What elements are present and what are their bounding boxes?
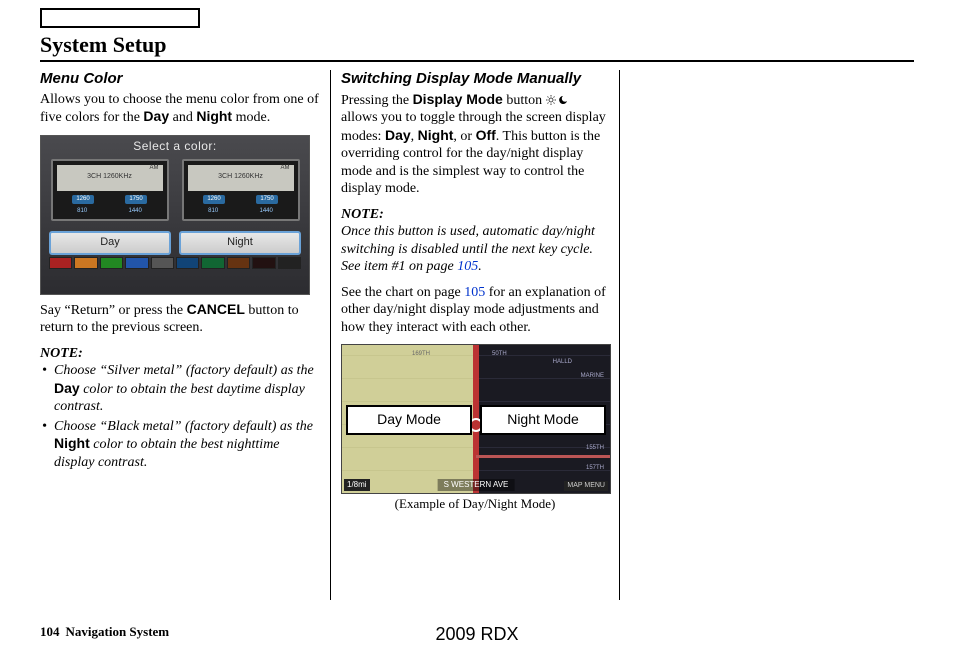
return-instruction: Say “Return” or press the CANCEL button … bbox=[40, 301, 320, 337]
swatch bbox=[252, 257, 275, 269]
text: and bbox=[169, 110, 196, 125]
text: button bbox=[503, 93, 546, 108]
street-label: 157TH bbox=[586, 465, 604, 473]
text: See the chart on page bbox=[341, 285, 464, 300]
text: color to obtain the best daytime display… bbox=[54, 382, 305, 415]
text: mode. bbox=[232, 110, 270, 125]
day-preview-screen: AM 3CH 1260KHz 12601750 8101440 6401530 bbox=[51, 159, 169, 221]
switching-paragraph: Pressing the Display Mode button allows … bbox=[341, 91, 609, 198]
menu-color-intro: Allows you to choose the menu color from… bbox=[40, 91, 320, 127]
tab-night: Night bbox=[179, 231, 301, 255]
content-columns: Menu Color Allows you to choose the menu… bbox=[40, 70, 914, 600]
section-heading-menu-color: Menu Color bbox=[40, 70, 320, 89]
swatch bbox=[227, 257, 250, 269]
day-word: Day bbox=[54, 380, 80, 396]
page-number: 104 bbox=[40, 624, 60, 640]
text: . bbox=[478, 259, 482, 274]
street-label: MARINE bbox=[581, 373, 604, 381]
day-mode-label: Day Mode bbox=[346, 405, 472, 435]
swatch bbox=[49, 257, 72, 269]
preset: 1440 bbox=[128, 208, 141, 216]
column-right bbox=[620, 70, 910, 600]
preset: 1530 bbox=[259, 220, 272, 221]
night-word: Night bbox=[54, 435, 90, 451]
preset: 1260 bbox=[203, 195, 224, 205]
page-link-105[interactable]: 105 bbox=[464, 285, 485, 300]
page-title: System Setup bbox=[40, 32, 914, 62]
note-item: Choose “Silver metal” (factory default) … bbox=[40, 362, 320, 416]
current-street: S WESTERN AVE bbox=[438, 479, 515, 491]
street-label: 155TH bbox=[586, 445, 604, 453]
swatch bbox=[278, 257, 301, 269]
figure-day-night-map: 169TH 50TH HALLD MARINE 155TH 157TH Day … bbox=[341, 344, 611, 494]
text: Choose “Black metal” (factory default) a… bbox=[54, 419, 313, 434]
page-link-105[interactable]: 105 bbox=[457, 259, 478, 274]
column-left: Menu Color Allows you to choose the menu… bbox=[40, 70, 330, 600]
preset: 1530 bbox=[128, 220, 141, 221]
note-item: Choose “Black metal” (factory default) a… bbox=[40, 418, 320, 472]
preset: 810 bbox=[77, 208, 87, 216]
column-middle: Switching Display Mode Manually Pressing… bbox=[330, 70, 620, 600]
text: Say “Return” or press the bbox=[40, 303, 187, 318]
note-body: Once this button is used, automatic day/… bbox=[341, 223, 609, 276]
top-empty-box bbox=[40, 8, 200, 28]
note-list: Choose “Silver metal” (factory default) … bbox=[40, 362, 320, 471]
footer-model: 2009 RDX bbox=[435, 624, 518, 645]
preset: 1260 bbox=[72, 195, 93, 205]
note-label: NOTE: bbox=[341, 206, 609, 224]
display-mode-word: Display Mode bbox=[413, 91, 503, 107]
preset: 640 bbox=[77, 220, 87, 221]
swatch bbox=[176, 257, 199, 269]
street-label: 169TH bbox=[412, 351, 430, 359]
swatch bbox=[201, 257, 224, 269]
preset: 1750 bbox=[256, 195, 277, 205]
text: Choose “Silver metal” (factory default) … bbox=[54, 363, 314, 378]
preset: 640 bbox=[208, 220, 218, 221]
text: , or bbox=[453, 129, 475, 144]
tab-day: Day bbox=[49, 231, 171, 255]
figure-caption: (Example of Day/Night Mode) bbox=[341, 496, 609, 512]
day-word: Day bbox=[385, 127, 411, 143]
off-word: Off bbox=[476, 127, 496, 143]
night-mode-label: Night Mode bbox=[480, 405, 606, 435]
map-menu-label: MAP MENU bbox=[564, 481, 608, 492]
day-word: Day bbox=[143, 108, 169, 124]
section-heading-switching: Switching Display Mode Manually bbox=[341, 70, 609, 89]
swatch bbox=[151, 257, 174, 269]
preset: 810 bbox=[208, 208, 218, 216]
road-horizontal bbox=[476, 455, 610, 458]
am-badge: AM bbox=[148, 165, 161, 173]
street-label: HALLD bbox=[553, 359, 572, 367]
am-badge: AM bbox=[279, 165, 292, 173]
map-scale: 1/8mi bbox=[344, 479, 370, 491]
figure-title: Select a color: bbox=[41, 136, 309, 157]
night-word: Night bbox=[196, 108, 232, 124]
swatch bbox=[74, 257, 97, 269]
color-palette bbox=[49, 257, 301, 269]
page-footer: 104 Navigation System 2009 RDX bbox=[40, 624, 914, 640]
text: Pressing the bbox=[341, 93, 413, 108]
swatch bbox=[100, 257, 123, 269]
figure-select-color: Select a color: AM 3CH 1260KHz 12601750 … bbox=[40, 135, 310, 295]
preset: 1750 bbox=[125, 195, 146, 205]
see-chart-paragraph: See the chart on page 105 for an explana… bbox=[341, 284, 609, 337]
cancel-word: CANCEL bbox=[187, 301, 245, 317]
footer-section: Navigation System bbox=[66, 624, 170, 640]
night-preview-screen: AM 3CH 1260KHz 12601750 8101440 6401530 bbox=[182, 159, 300, 221]
night-word: Night bbox=[418, 127, 454, 143]
text: , bbox=[411, 129, 418, 144]
street-label: 50TH bbox=[492, 351, 507, 359]
preset: 1440 bbox=[259, 208, 272, 216]
sun-moon-icon bbox=[546, 92, 570, 110]
swatch bbox=[125, 257, 148, 269]
note-label: NOTE: bbox=[40, 345, 320, 363]
